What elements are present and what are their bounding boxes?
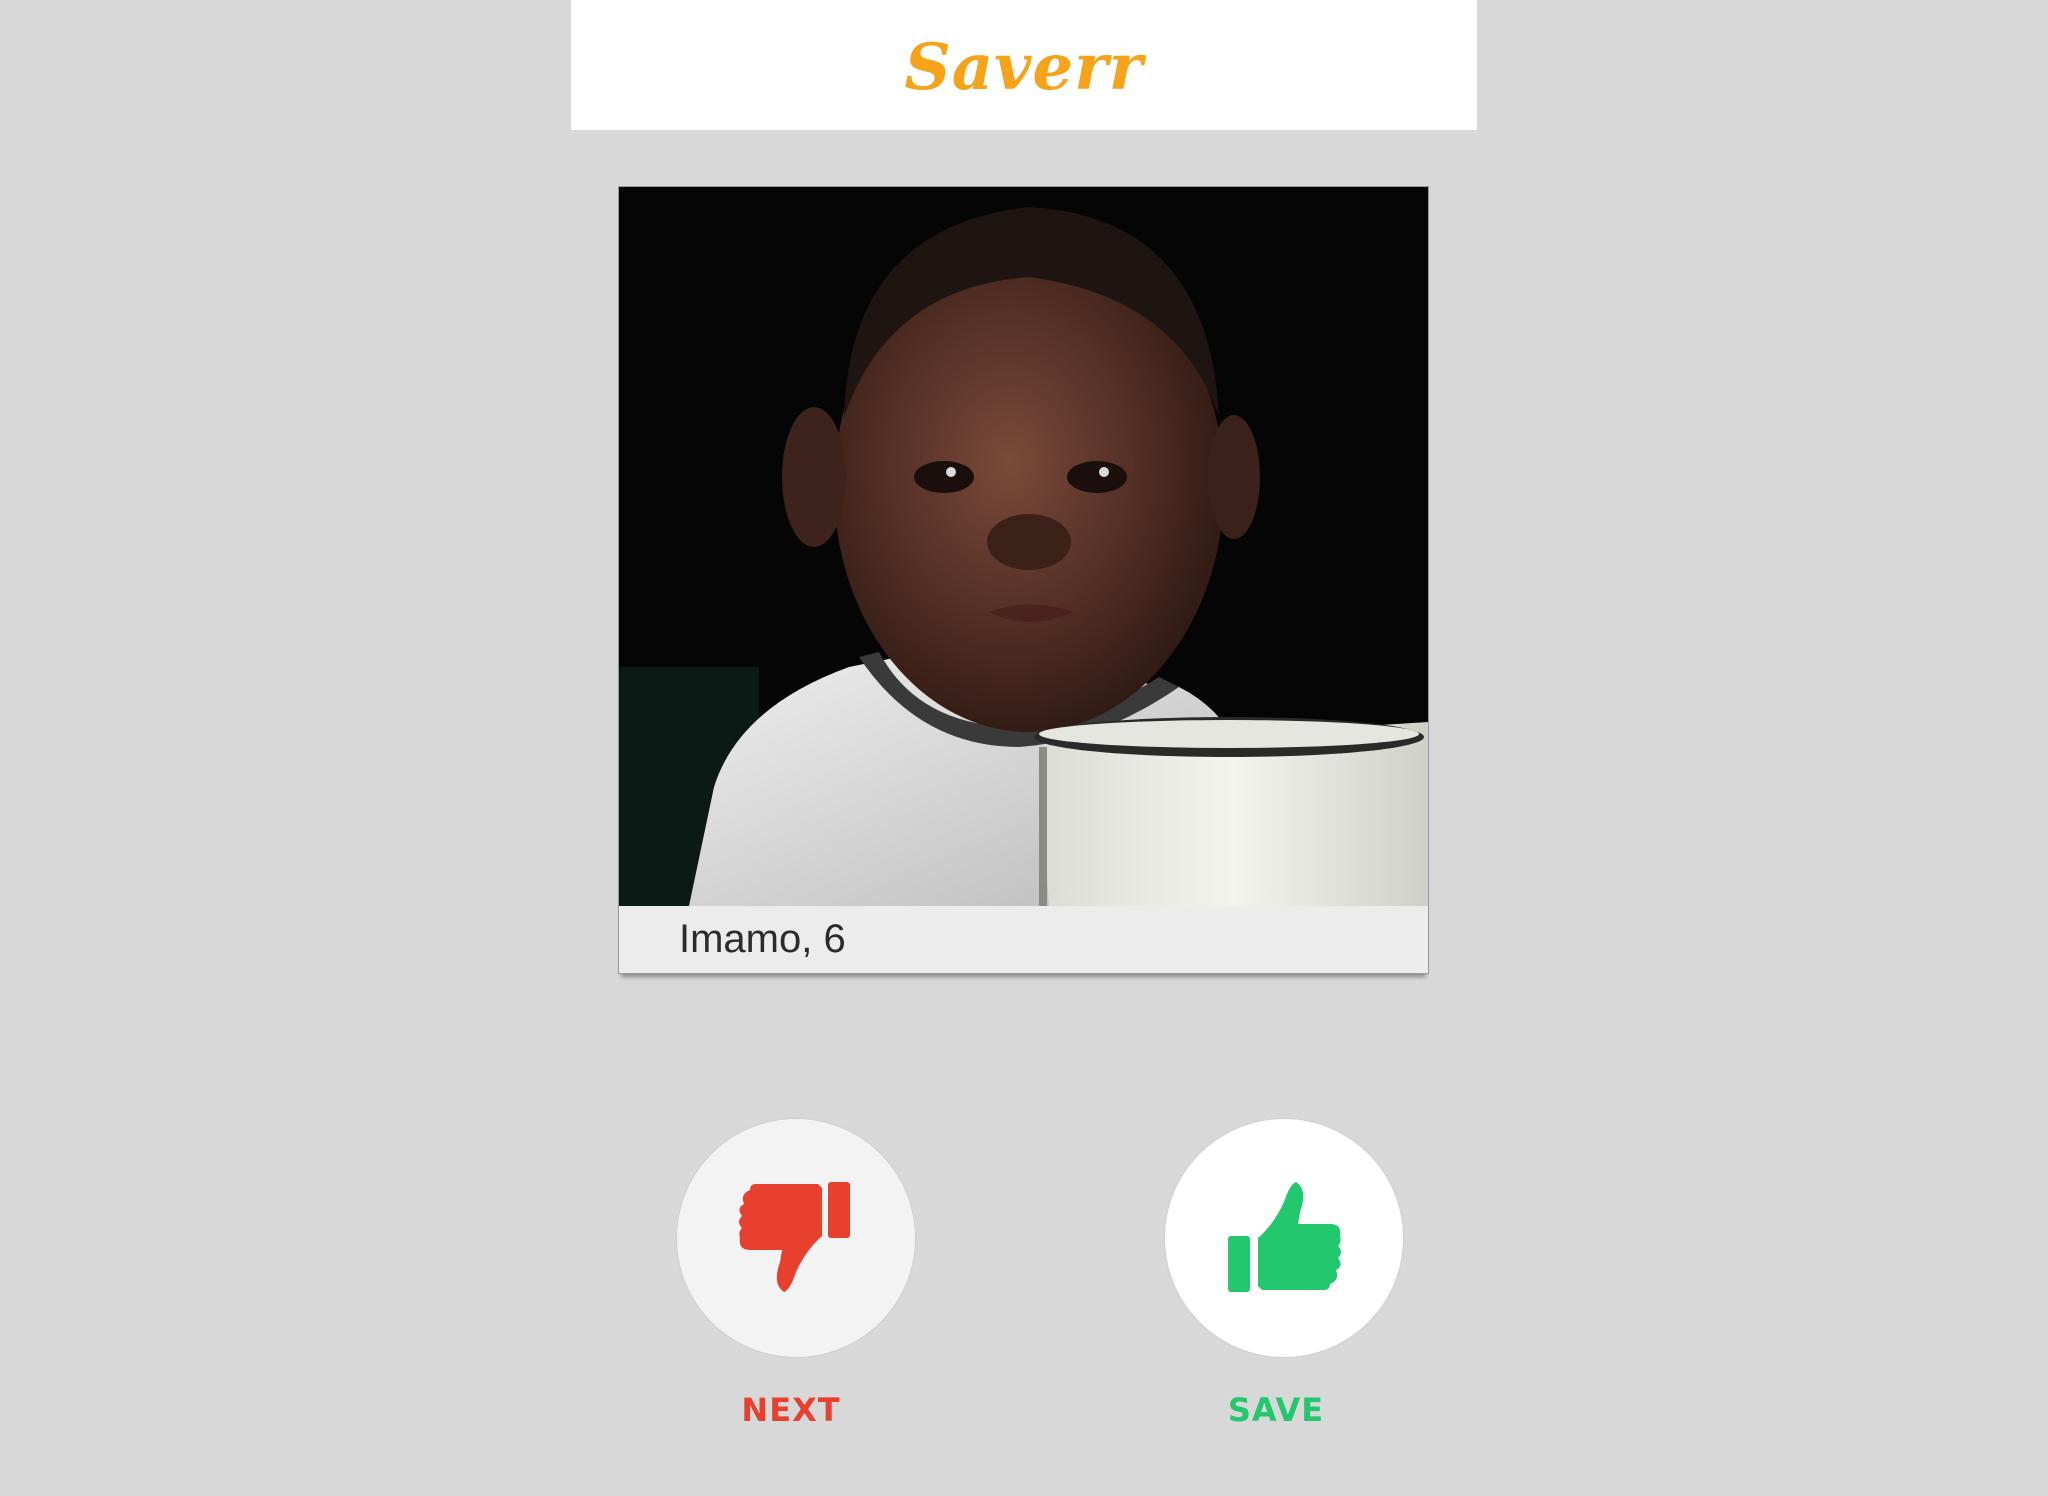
- app-header: Saverr: [571, 0, 1477, 130]
- thumbs-down-icon: [736, 1176, 856, 1301]
- save-label[interactable]: SAVE: [1156, 1391, 1396, 1429]
- profile-card[interactable]: Imamo, 6: [618, 186, 1429, 974]
- profile-caption: Imamo, 6: [679, 917, 846, 961]
- thumbs-up-icon: [1224, 1174, 1344, 1303]
- app-logo: Saverr: [904, 29, 1144, 105]
- next-button[interactable]: [676, 1118, 916, 1358]
- profile-photo: [619, 187, 1428, 906]
- next-label[interactable]: NEXT: [671, 1391, 911, 1429]
- save-button[interactable]: [1164, 1118, 1404, 1358]
